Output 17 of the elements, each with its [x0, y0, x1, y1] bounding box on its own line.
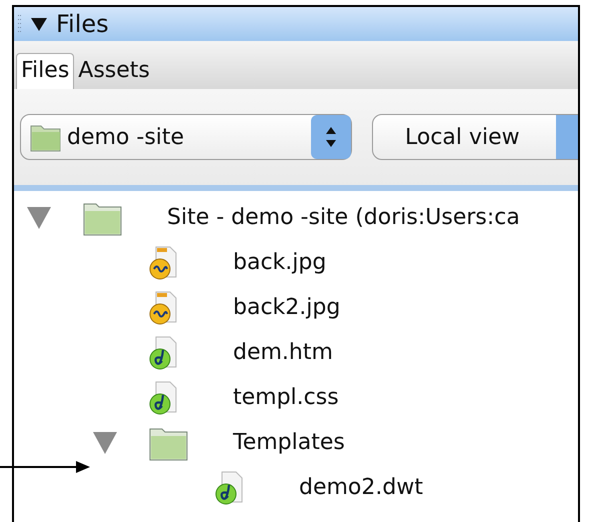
tree-item[interactable]: back2.jpg — [233, 295, 340, 320]
tab[interactable]: Assets — [74, 54, 154, 89]
tree-item[interactable]: dem.htm — [233, 340, 333, 365]
tab[interactable]: Files — [16, 53, 74, 89]
tree-item[interactable]: templ.css — [233, 385, 339, 410]
site-dropdown[interactable]: demo -site — [20, 114, 352, 160]
panel-title: Files — [56, 10, 109, 38]
tree-item[interactable]: demo2.dwt — [299, 475, 423, 500]
stepper-icon[interactable] — [311, 115, 351, 159]
collapse-triangle-icon[interactable] — [30, 16, 48, 32]
view-name: Local view — [405, 124, 520, 150]
site-name: demo -site — [67, 124, 186, 150]
tree-item[interactable]: Templates — [233, 430, 345, 455]
disclosure-triangle-icon[interactable] — [93, 432, 117, 454]
tree-item[interactable]: back.jpg — [233, 250, 326, 275]
disclosure-triangle-icon[interactable] — [27, 206, 51, 228]
tree-item[interactable]: Site - demo -site (doris:Users:ca — [167, 205, 520, 230]
